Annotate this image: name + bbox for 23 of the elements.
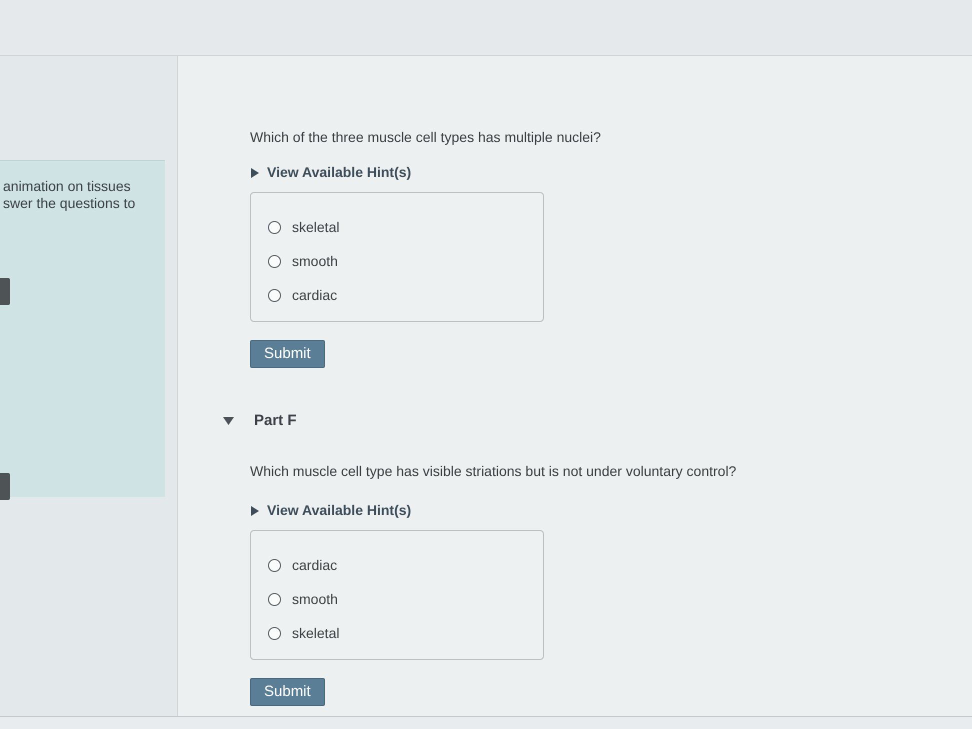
- part-toggle[interactable]: Part F: [223, 412, 297, 429]
- caret-down-icon: [223, 416, 234, 424]
- radio-button[interactable]: [268, 592, 281, 606]
- question-text: Which muscle cell type has visible striations but is not under voluntary control?: [250, 463, 736, 480]
- radio-button[interactable]: [268, 220, 281, 234]
- submit-button[interactable]: Submit: [250, 678, 325, 706]
- option-label[interactable]: cardiac: [292, 556, 338, 574]
- submit-button[interactable]: Submit: [250, 340, 325, 368]
- intro-text: animation on tissues swer the questions to: [3, 178, 136, 212]
- radio-button[interactable]: [268, 288, 281, 302]
- hint-toggle[interactable]: View Available Hint(s): [250, 164, 412, 181]
- option-label[interactable]: smooth: [292, 252, 338, 270]
- radio-button[interactable]: [268, 254, 281, 268]
- option-label[interactable]: skeletal: [292, 218, 340, 236]
- caret-right-icon: [250, 506, 259, 516]
- option-label[interactable]: cardiac: [292, 286, 338, 304]
- hint-toggle[interactable]: View Available Hint(s): [250, 502, 412, 519]
- caret-right-icon: [250, 168, 259, 178]
- option-label[interactable]: skeletal: [292, 624, 340, 642]
- question-text: Which of the three muscle cell types has multiple nuclei?: [250, 129, 601, 146]
- radio-button[interactable]: [268, 558, 281, 572]
- radio-button[interactable]: [268, 626, 281, 640]
- option-label[interactable]: smooth: [292, 590, 338, 608]
